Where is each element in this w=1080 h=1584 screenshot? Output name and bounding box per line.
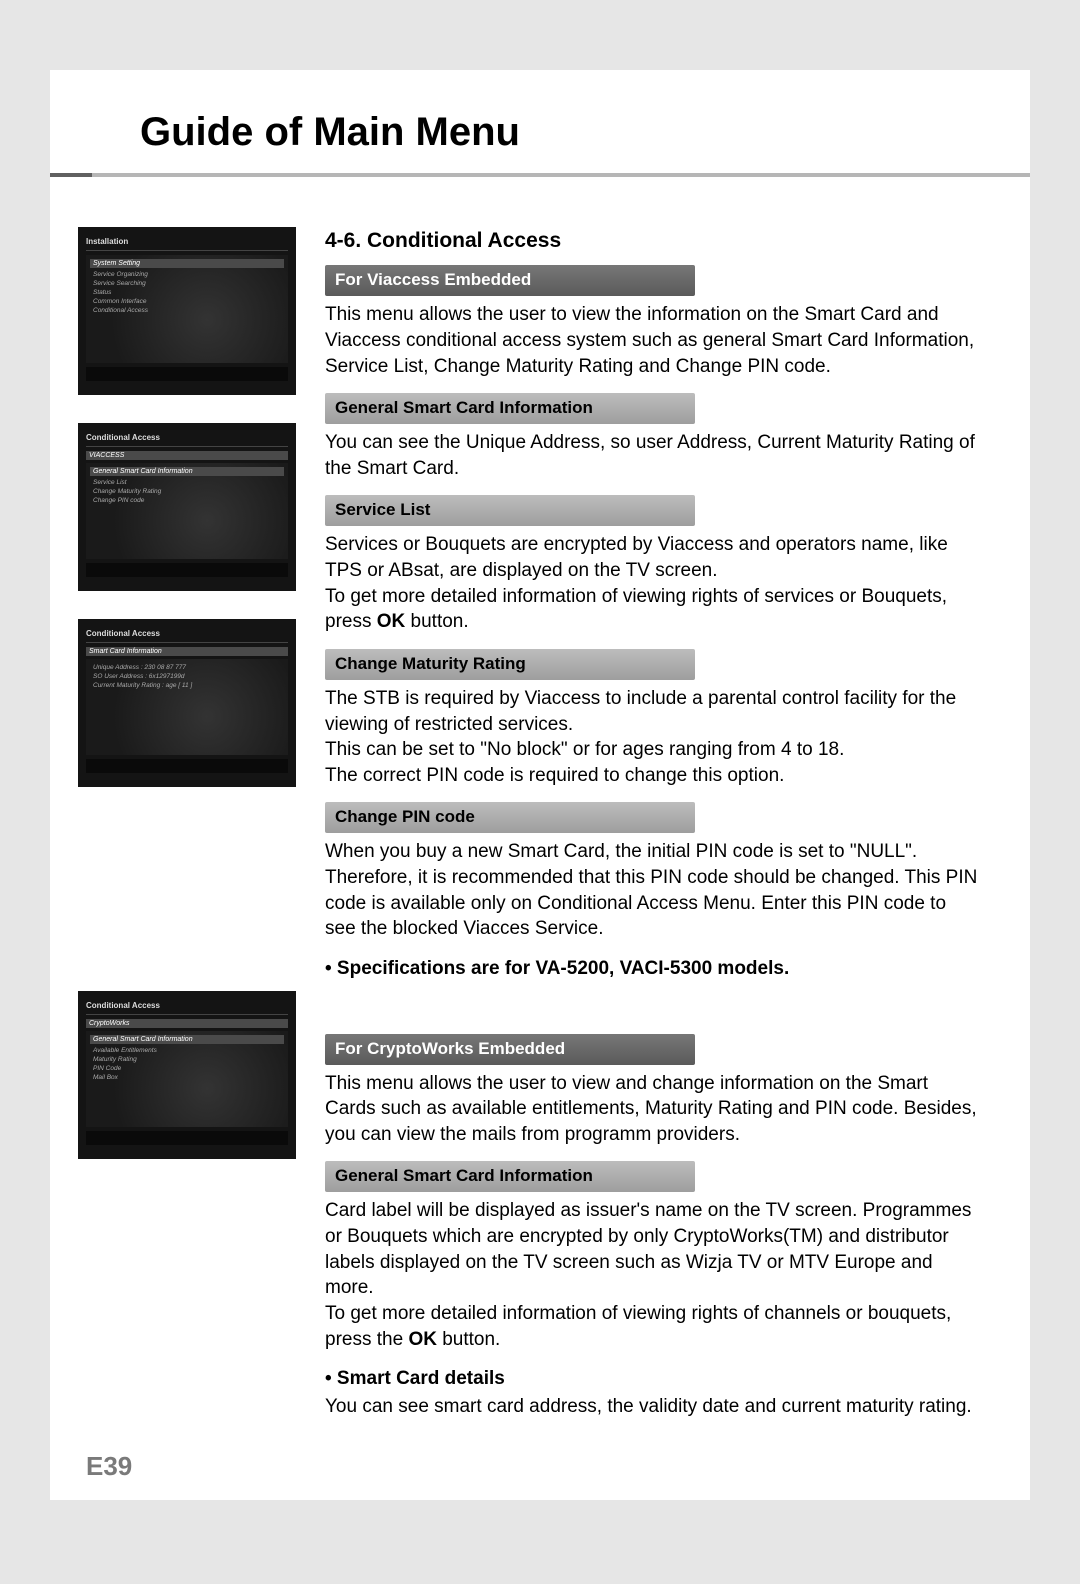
- bar-gsci: General Smart Card Information: [325, 393, 695, 424]
- content-columns: Installation System Setting Service Orga…: [50, 177, 1030, 1433]
- paragraph: Card label will be displayed as issuer's…: [325, 1198, 980, 1301]
- ok-label: OK: [408, 1329, 437, 1350]
- paragraph: This menu allows the user to view the in…: [325, 302, 980, 379]
- tv-title: Conditional Access: [86, 1001, 288, 1010]
- tv-item: Service Searching: [90, 279, 284, 288]
- text-column: 4-6. Conditional Access For Viaccess Emb…: [325, 227, 1030, 1433]
- tv-highlight: System Setting: [90, 259, 284, 268]
- tv-item: Service List: [90, 478, 284, 487]
- section-heading: 4-6. Conditional Access: [325, 227, 980, 255]
- paragraph: This can be set to "No block" or for age…: [325, 737, 980, 763]
- paragraph: To get more detailed information of view…: [325, 1301, 980, 1352]
- bar-service-list: Service List: [325, 495, 695, 526]
- bar-pin: Change PIN code: [325, 802, 695, 833]
- paragraph: You can see the Unique Address, so user …: [325, 430, 980, 481]
- tv-item: Status: [90, 288, 284, 297]
- tv-subtitle: CryptoWorks: [86, 1019, 288, 1028]
- bar-cryptoworks: For CryptoWorks Embedded: [325, 1034, 695, 1065]
- tv-screenshot-cryptoworks-menu: Conditional Access CryptoWorks General S…: [78, 991, 296, 1159]
- paragraph: To get more detailed information of view…: [325, 584, 980, 635]
- tv-title: Installation: [86, 237, 288, 246]
- tv-row: SO User Address : 6x1297199d: [90, 672, 284, 681]
- tv-screenshot-smartcard-info: Conditional Access Smart Card Informatio…: [78, 619, 296, 787]
- subheading-smartcard-details: • Smart Card details: [325, 1366, 980, 1392]
- page-number: E39: [86, 1451, 132, 1482]
- tv-highlight: General Smart Card Information: [90, 467, 284, 476]
- tv-item: Mail Box: [90, 1073, 284, 1082]
- document-page: Guide of Main Menu Installation System S…: [50, 70, 1030, 1500]
- paragraph: The STB is required by Viaccess to inclu…: [325, 686, 980, 737]
- bar-gsci-crypto: General Smart Card Information: [325, 1161, 695, 1192]
- paragraph: When you buy a new Smart Card, the initi…: [325, 839, 980, 942]
- tv-item: Common Interface: [90, 297, 284, 306]
- tv-row: Current Maturity Rating : age [ 11 ]: [90, 681, 284, 690]
- page-background: Guide of Main Menu Installation System S…: [0, 0, 1080, 1584]
- tv-item: Change PIN code: [90, 496, 284, 505]
- tv-subtitle: Smart Card Information: [86, 647, 288, 656]
- bar-viaccess: For Viaccess Embedded: [325, 265, 695, 296]
- tv-item: Conditional Access: [90, 306, 284, 315]
- rule-dark: [50, 173, 92, 177]
- paragraph: This menu allows the user to view and ch…: [325, 1071, 980, 1148]
- bar-maturity: Change Maturity Rating: [325, 649, 695, 680]
- tv-item: PIN Code: [90, 1064, 284, 1073]
- tv-highlight: General Smart Card Information: [90, 1035, 284, 1044]
- tv-title: Conditional Access: [86, 433, 288, 442]
- spec-note: • Specifications are for VA-5200, VACI-5…: [325, 956, 980, 982]
- text: button.: [437, 1329, 500, 1350]
- text: button.: [405, 611, 468, 632]
- tv-item: Maturity Rating: [90, 1055, 284, 1064]
- header-rule: [50, 173, 1030, 177]
- paragraph: The correct PIN code is required to chan…: [325, 763, 980, 789]
- paragraph: You can see smart card address, the vali…: [325, 1394, 980, 1420]
- tv-screenshot-viaccess-menu: Conditional Access VIACCESS General Smar…: [78, 423, 296, 591]
- tv-subtitle: VIACCESS: [86, 451, 288, 460]
- page-title: Guide of Main Menu: [140, 110, 1030, 155]
- tv-row: Unique Address : 230 08 87 777: [90, 663, 284, 672]
- tv-screenshot-installation: Installation System Setting Service Orga…: [78, 227, 296, 395]
- ok-label: OK: [377, 611, 406, 632]
- tv-item: Available Entitlements: [90, 1046, 284, 1055]
- spacer: [78, 815, 325, 963]
- tv-item: Change Maturity Rating: [90, 487, 284, 496]
- paragraph: Services or Bouquets are encrypted by Vi…: [325, 532, 980, 583]
- rule-light: [92, 173, 1030, 177]
- page-header: Guide of Main Menu: [50, 70, 1030, 177]
- screenshots-column: Installation System Setting Service Orga…: [50, 227, 325, 1433]
- tv-title: Conditional Access: [86, 629, 288, 638]
- tv-item: Service Organizing: [90, 270, 284, 279]
